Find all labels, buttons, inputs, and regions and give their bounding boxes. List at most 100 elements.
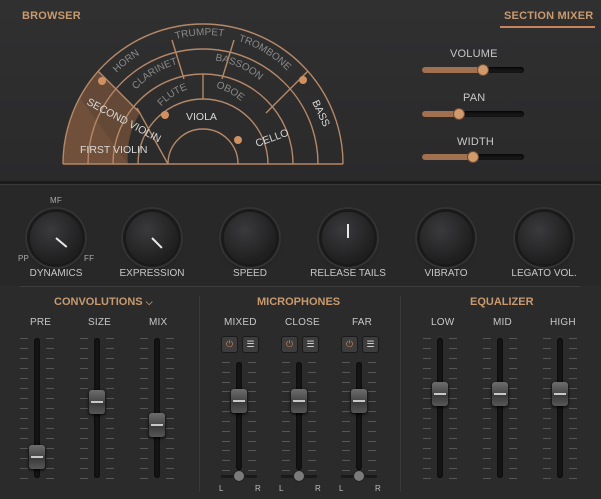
- fader-tick: [368, 401, 376, 403]
- fader-tick: [80, 438, 88, 439]
- mixed-fader-track[interactable]: [236, 362, 242, 470]
- fader-tick: [423, 408, 431, 409]
- fader-tick: [569, 368, 577, 369]
- fader-tick: [222, 362, 230, 363]
- fader-tick: [308, 470, 316, 471]
- fader-tick: [166, 458, 174, 459]
- expression-knob[interactable]: [126, 212, 178, 264]
- fader-tick: [368, 460, 376, 462]
- trumpet-label[interactable]: TRUMPET: [174, 27, 225, 42]
- fader-tick: [20, 388, 28, 389]
- fader-tick: [543, 388, 551, 389]
- close-power-icon[interactable]: ⏻: [282, 337, 297, 352]
- second-violin-dot: [98, 77, 106, 85]
- far-fader-track[interactable]: [356, 362, 362, 470]
- svg-text:HORN: HORN: [111, 48, 141, 75]
- fader-tick: [106, 428, 114, 429]
- fader-tick: [282, 411, 290, 413]
- low-fader-track[interactable]: [437, 338, 443, 478]
- convolutions-label: CONVOLUTIONS: [54, 296, 143, 308]
- fader-tick: [80, 458, 88, 459]
- width-slider[interactable]: [422, 152, 524, 162]
- clarinet-label[interactable]: CLARINET: [130, 56, 178, 92]
- fader-tick: [509, 438, 517, 439]
- fader-tick: [449, 418, 457, 419]
- fader-tick: [449, 408, 457, 409]
- fader-tick: [106, 338, 114, 339]
- fader-tick: [80, 398, 88, 399]
- width-label: WIDTH: [457, 136, 495, 148]
- fader-tick: [282, 430, 290, 432]
- fader-tick: [106, 348, 114, 349]
- low-fader-cap[interactable]: [432, 382, 448, 407]
- mix-fader-track[interactable]: [154, 338, 160, 478]
- legato-vol-label: LEGATO VOL.: [511, 268, 577, 279]
- fader-tick: [509, 358, 517, 359]
- fader-tick: [140, 428, 148, 429]
- close-fader-track[interactable]: [296, 362, 302, 470]
- volume-slider[interactable]: [422, 65, 524, 75]
- pan-slider[interactable]: [422, 109, 524, 119]
- fader-tick: [509, 468, 517, 469]
- dynamics-knob[interactable]: [30, 212, 82, 264]
- fader-tick: [248, 362, 256, 363]
- fader-tick: [449, 358, 457, 359]
- chevron-down-icon[interactable]: ⌵: [146, 297, 153, 307]
- flute-label[interactable]: FLUTE: [156, 82, 189, 109]
- fader-tick: [483, 448, 491, 449]
- high-fader-cap[interactable]: [552, 382, 568, 407]
- far-pan-knob[interactable]: [354, 471, 364, 481]
- fader-tick: [282, 391, 290, 393]
- fader-tick: [483, 338, 491, 339]
- svg-text:FLUTE: FLUTE: [156, 82, 189, 109]
- mixed-power-icon[interactable]: ⏻: [222, 337, 237, 352]
- mixed-list-icon[interactable]: ☰: [243, 337, 258, 352]
- pan-thumb[interactable]: [453, 109, 464, 119]
- close-fader-cap[interactable]: [291, 388, 307, 413]
- vibrato-knob[interactable]: [420, 212, 472, 264]
- far-fader-cap[interactable]: [351, 388, 367, 413]
- size-fader-cap[interactable]: [89, 390, 105, 415]
- close-pan-knob[interactable]: [294, 471, 304, 481]
- speed-knob[interactable]: [224, 212, 276, 264]
- mid-fader-cap[interactable]: [492, 382, 508, 407]
- fader-tick: [46, 358, 54, 359]
- fader-tick: [166, 448, 174, 449]
- fader-tick: [449, 368, 457, 369]
- fader-tick: [368, 450, 376, 452]
- mixed-fader-cap[interactable]: [231, 388, 247, 413]
- fader-tick: [80, 428, 88, 429]
- fader-tick: [222, 401, 230, 403]
- mix-fader-cap[interactable]: [149, 413, 165, 438]
- mix-label: MIX: [149, 317, 168, 328]
- fader-tick: [509, 348, 517, 349]
- far-pan-right: R: [375, 484, 381, 493]
- fader-tick: [282, 470, 290, 471]
- fader-tick: [222, 391, 230, 393]
- fader-tick: [80, 358, 88, 359]
- mid-fader-track[interactable]: [497, 338, 503, 478]
- viola-label[interactable]: VIOLA: [186, 111, 217, 123]
- close-list-icon[interactable]: ☰: [303, 337, 318, 352]
- first-violin-label[interactable]: FIRST VIOLIN: [80, 144, 148, 156]
- release-tails-knob[interactable]: [322, 212, 374, 264]
- high-fader-track[interactable]: [557, 338, 563, 478]
- mixed-pan-knob[interactable]: [234, 471, 244, 481]
- fader-tick: [569, 408, 577, 409]
- fader-tick: [423, 448, 431, 449]
- fader-tick: [20, 398, 28, 399]
- far-list-icon[interactable]: ☰: [363, 337, 378, 352]
- fader-tick: [282, 450, 290, 452]
- far-power-icon[interactable]: ⏻: [342, 337, 357, 352]
- volume-label: VOLUME: [450, 48, 498, 60]
- horn-label[interactable]: HORN: [111, 48, 141, 75]
- fader-tick: [509, 398, 517, 399]
- convolutions-title[interactable]: CONVOLUTIONS ⌵: [54, 296, 153, 308]
- fader-tick: [106, 358, 114, 359]
- legato-vol-knob[interactable]: [518, 212, 570, 264]
- fader-tick: [222, 411, 230, 413]
- pre-fader-cap[interactable]: [29, 444, 45, 469]
- fader-tick: [106, 398, 114, 399]
- fader-tick: [509, 378, 517, 379]
- width-thumb[interactable]: [468, 152, 478, 162]
